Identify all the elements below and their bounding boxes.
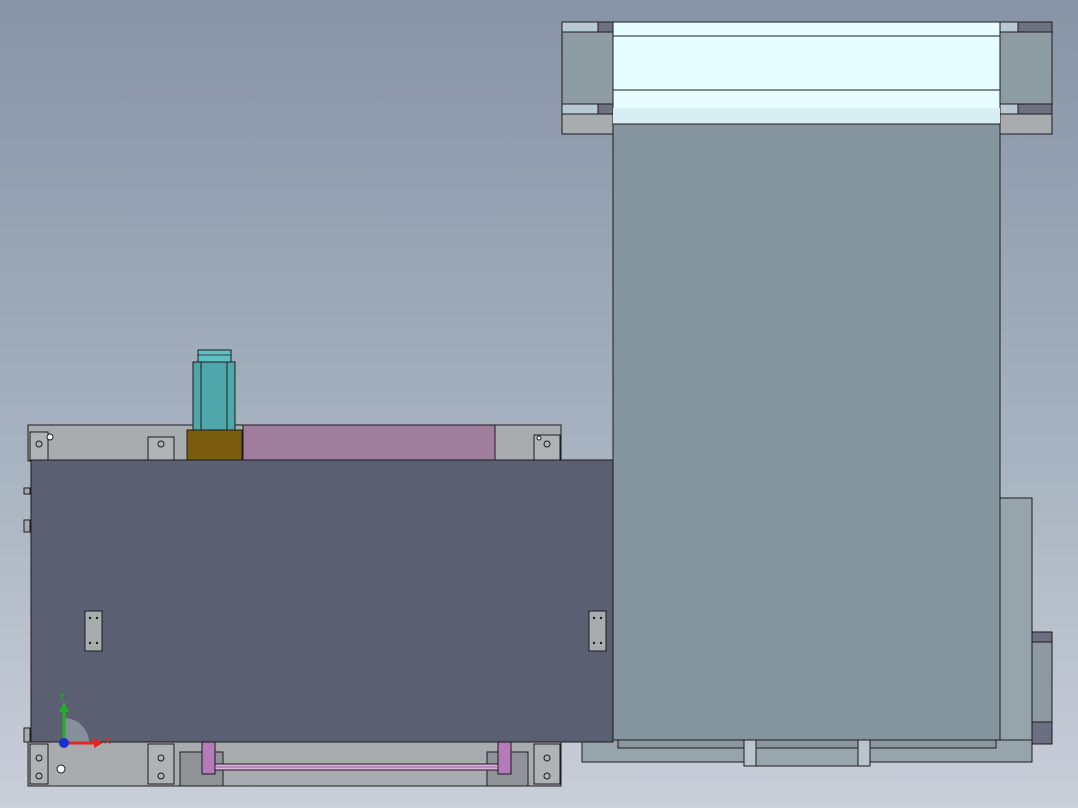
motor-base[interactable]: [186, 429, 243, 462]
guide-rod-support[interactable]: [497, 741, 512, 775]
pink-plate[interactable]: [242, 424, 496, 462]
motor-body[interactable]: [192, 361, 236, 431]
left-assembly[interactable]: [23, 349, 614, 787]
front-panel[interactable]: [30, 459, 614, 743]
base-pin[interactable]: [857, 739, 871, 767]
side-block[interactable]: [999, 497, 1033, 763]
model-drawing[interactable]: Y X: [0, 0, 1078, 808]
panel-latch-right[interactable]: [588, 610, 607, 652]
panel-latch-left[interactable]: [84, 610, 103, 652]
tall-housing-body[interactable]: [612, 123, 1001, 741]
x-axis-label: X: [104, 736, 111, 747]
motor-cap[interactable]: [197, 349, 232, 363]
z-axis-dot: [59, 738, 69, 748]
guide-rod-support[interactable]: [201, 741, 216, 775]
base-pin[interactable]: [743, 739, 757, 767]
y-axis-label: Y: [58, 692, 66, 703]
tall-housing-assembly[interactable]: [561, 21, 1053, 767]
cad-graphics-area[interactable]: Y X: [0, 0, 1078, 808]
